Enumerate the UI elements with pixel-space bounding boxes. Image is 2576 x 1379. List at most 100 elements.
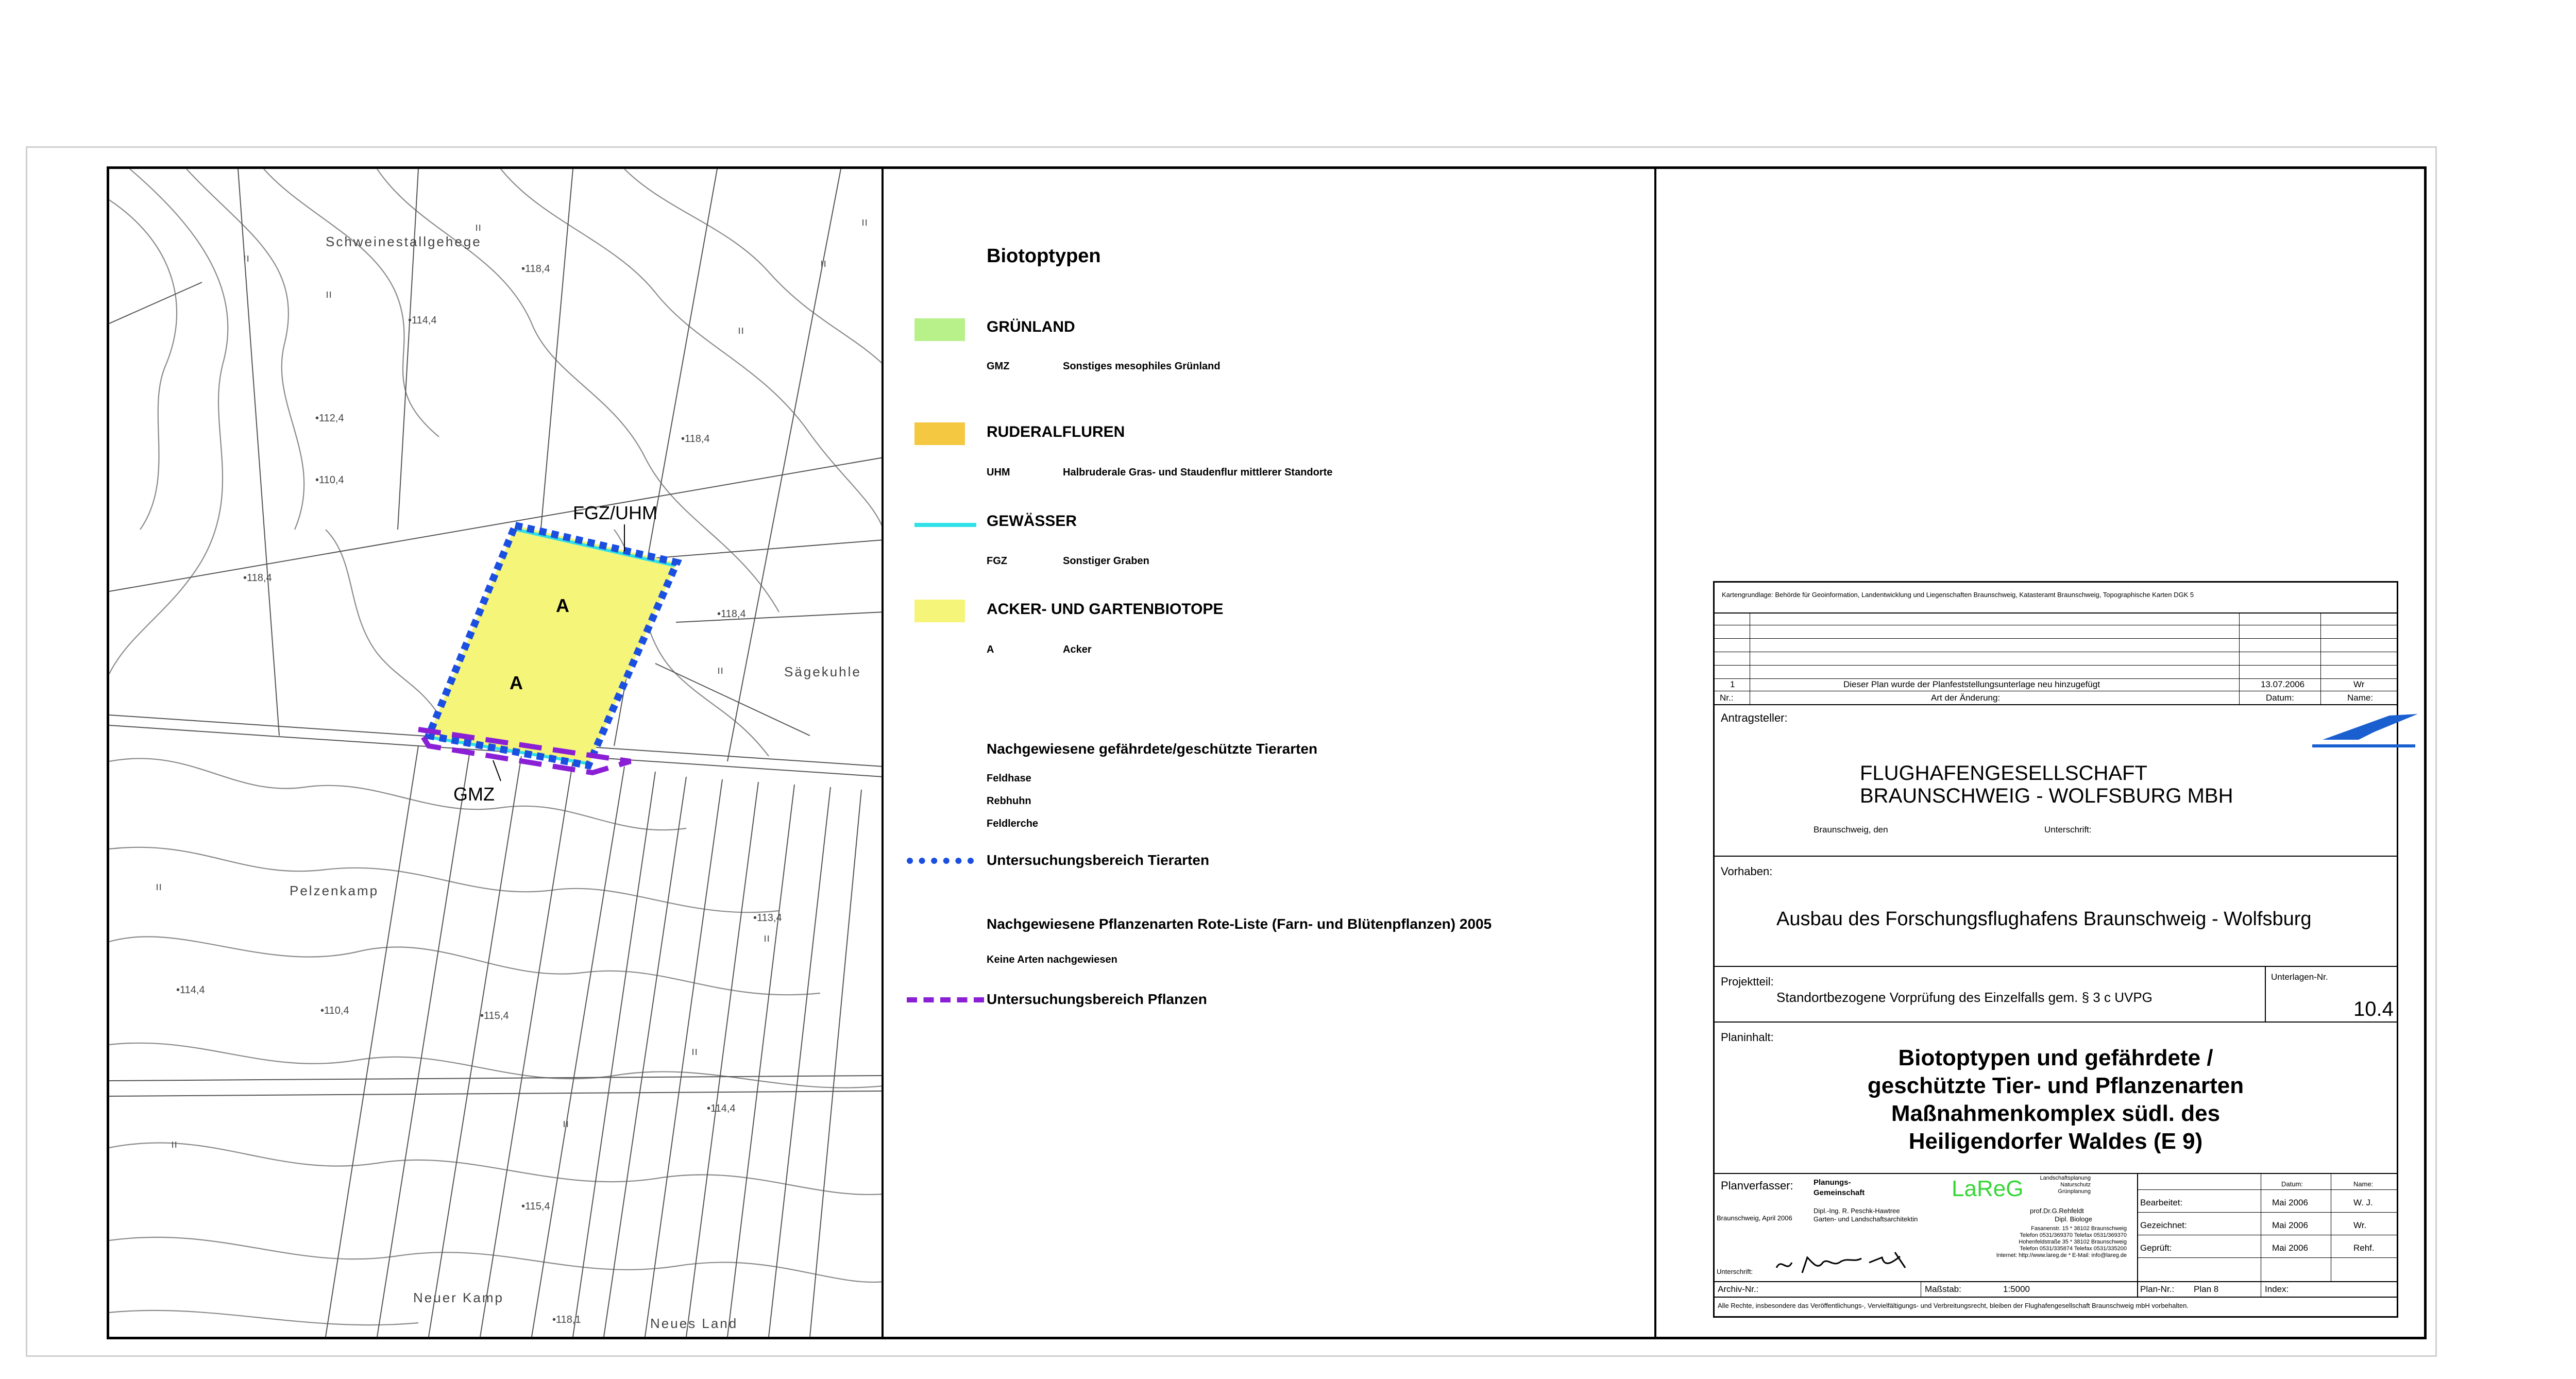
- svg-text:ıı: ıı: [717, 663, 723, 676]
- planinhalt-line4: Heiligendorfer Waldes (E 9): [1908, 1129, 2203, 1154]
- address-4: Telefon 0531/335874 Telefax 0531/335200: [2020, 1246, 2127, 1252]
- place-labels: Schweinestallgehege Sägekuhle Pelzenkamp Ne…: [290, 234, 861, 1331]
- svg-text:ıı: ıı: [243, 251, 249, 264]
- geprueft-name: Rehf.: [2353, 1243, 2375, 1253]
- vorhaben-text: Ausbau des Forschungsflughafens Braunsch…: [1776, 908, 2312, 930]
- company-line2: BRAUNSCHWEIG - WOLFSBURG MBH: [1860, 785, 2233, 807]
- address-1: Fasanenstr. 15 * 38102 Braunschweig: [2031, 1225, 2127, 1232]
- lareg-logo: LaReG: [1952, 1176, 2024, 1201]
- elevation-label: •114,4: [408, 315, 437, 326]
- gezeichnet-label: Gezeichnet:: [2140, 1220, 2187, 1230]
- swatch-pflanzen: [907, 997, 984, 1002]
- pg-line2: Gemeinschaft: [1814, 1188, 1865, 1197]
- area-label-a2: A: [510, 672, 523, 693]
- planinhalt-text: Biotoptypen und gefährdete / geschützte …: [1715, 1044, 2397, 1155]
- svg-text:ıı: ıı: [764, 931, 770, 944]
- rev-date: 13.07.2006: [2261, 679, 2305, 689]
- elevation-label: •118,4: [521, 263, 550, 275]
- unterlagen-label: Unterlagen-Nr.: [2271, 972, 2328, 982]
- planinhalt-line3: Maßnahmenkomplex südl. des: [1891, 1101, 2221, 1126]
- elevation-label: •118,4: [717, 608, 746, 620]
- legend-head-gewaesser: GEWÄSSER: [987, 513, 1077, 530]
- col-art: Art der Änderung:: [1931, 693, 2001, 703]
- rights-text: Alle Rechte, insbesondere das Veröffentl…: [1718, 1302, 2189, 1309]
- elevation-label: •114,4: [176, 984, 205, 996]
- swatch-gruenland: [914, 318, 965, 341]
- massstab-value: 1:5000: [2003, 1284, 2030, 1294]
- place-label: Schweinestallgehege: [326, 234, 482, 249]
- bearbeitet-name: W. J.: [2353, 1198, 2373, 1207]
- planinhalt-line2: geschützte Tier- und Pflanzenarten: [1867, 1073, 2244, 1098]
- signature-drawing: [1775, 1252, 1906, 1273]
- legend-head-acker: ACKER- UND GARTENBIOTOPE: [987, 601, 1224, 618]
- legend-head-gruenland: GRÜNLAND: [987, 318, 1075, 335]
- svg-text:ıı: ıı: [156, 880, 162, 893]
- legend-head-ruderalfluren: RUDERALFLUREN: [987, 423, 1125, 440]
- legend-fauna-head: Nachgewiesene gefährdete/geschützte Tier…: [987, 741, 1318, 757]
- zone-leader-gmz: [493, 760, 501, 781]
- elevation-label: •114,4: [707, 1103, 736, 1114]
- partner2b: Dipl. Biologe: [2055, 1215, 2092, 1223]
- swatch-gewaesser: [914, 523, 976, 527]
- archiv-label: Archiv-Nr.:: [1718, 1284, 1759, 1294]
- index-label: Index:: [2265, 1284, 2289, 1294]
- unterlagen-nr: 10.4: [2353, 998, 2394, 1020]
- lareg-right-1: Landschaftsplanung: [2040, 1175, 2091, 1181]
- area-label-a1: A: [556, 595, 569, 616]
- address-5: Internet: http://www.lareg.de * E-Mail: …: [1996, 1252, 2127, 1258]
- lareg-right-2: Naturschutz: [2060, 1182, 2091, 1188]
- legend-desc-fgz: Sonstiger Graben: [1063, 555, 1149, 567]
- elevation-label: •113,4: [753, 912, 782, 924]
- plannr-value: Plan 8: [2194, 1284, 2219, 1294]
- legend-fauna-1: Feldhase: [987, 773, 1031, 784]
- vorhaben-label: Vorhaben:: [1721, 865, 1773, 878]
- place-label: Sägekuhle: [784, 664, 861, 679]
- place-label: Neues Land: [650, 1316, 738, 1331]
- legend-code-fgz: FGZ: [987, 555, 1007, 567]
- massstab-label: Maßstab:: [1925, 1284, 1961, 1294]
- col-datum: Datum:: [2266, 693, 2294, 703]
- pg-line1: Planungs-: [1814, 1178, 1851, 1187]
- projektteil-label: Projektteil:: [1721, 975, 1774, 988]
- legend-code-uhm: UHM: [987, 467, 1010, 478]
- rev-no: 1: [1730, 679, 1735, 689]
- lareg-address: Fasanenstr. 15 * 38102 Braunschweig Tele…: [1921, 1225, 2127, 1259]
- title-block: Kartengrundlage: Behörde für Geoinformat…: [1713, 581, 2418, 1318]
- lareg-right-3: Grünplanung: [2058, 1188, 2091, 1195]
- signature2-label: Unterschrift:: [1717, 1268, 1753, 1275]
- elevation-label: •110,4: [315, 474, 344, 486]
- legend-fauna-2: Rebhuhn: [987, 795, 1031, 807]
- planinhalt-label: Planinhalt:: [1721, 1031, 1774, 1044]
- legend-desc-gmz: Sonstiges mesophiles Grünland: [1063, 361, 1221, 372]
- antragsteller-label: Antragsteller:: [1721, 711, 1788, 724]
- svg-text:ıı: ıı: [861, 215, 868, 228]
- elevation-label: •115,4: [521, 1201, 550, 1212]
- gezeichnet-date: Mai 2006: [2272, 1220, 2308, 1230]
- map-basis-text: Kartengrundlage: Behörde für Geoinformat…: [1722, 591, 2194, 599]
- bearbeitet-label: Bearbeitet:: [2140, 1198, 2183, 1207]
- rev-text: Dieser Plan wurde der Planfeststellungsu…: [1843, 679, 2100, 689]
- legend-flora-area: Untersuchungsbereich Pflanzen: [987, 991, 1207, 1007]
- place-date2: Braunschweig, April 2006: [1717, 1214, 1792, 1222]
- legend-code-gmz: GMZ: [987, 361, 1010, 372]
- svg-text:ıı: ıı: [563, 1117, 569, 1130]
- swatch-tierarten: [907, 858, 974, 864]
- place-date: Braunschweig, den: [1814, 825, 1888, 835]
- place-label: Pelzenkamp: [290, 883, 379, 898]
- svg-text:ıı: ıı: [326, 287, 332, 300]
- gezeichnet-name: Wr.: [2353, 1220, 2367, 1230]
- lareg-right: Landschaftsplanung Naturschutz Grünplanu…: [2039, 1175, 2091, 1195]
- map-panel[interactable]: ıı ıı ıı ıı ıı ıı ıı ıı ıı ıı ıı ıı •118,4 •114,4…: [109, 169, 884, 1337]
- elevation-label: •110,4: [320, 1005, 349, 1016]
- swatch-acker: [914, 600, 965, 622]
- geprueft-date: Mai 2006: [2272, 1243, 2308, 1253]
- elevation-label: •112,4: [315, 413, 344, 424]
- svg-text:ıı: ıı: [475, 220, 481, 233]
- legend-flora-head: Nachgewiesene Pflanzenarten Rote-Liste (…: [987, 916, 1492, 932]
- bearbeitet-date: Mai 2006: [2272, 1198, 2308, 1207]
- topographic-map[interactable]: ıı ıı ıı ıı ıı ıı ıı ıı ıı ıı ıı ıı •118,4 •114,4…: [109, 169, 884, 1337]
- legend-fauna-3: Feldlerche: [987, 818, 1039, 829]
- zone-label-fgz-uhm: FGZ/UHM: [573, 502, 657, 523]
- elevation-label: •118,4: [243, 572, 272, 584]
- parcel-lines: [109, 169, 882, 1337]
